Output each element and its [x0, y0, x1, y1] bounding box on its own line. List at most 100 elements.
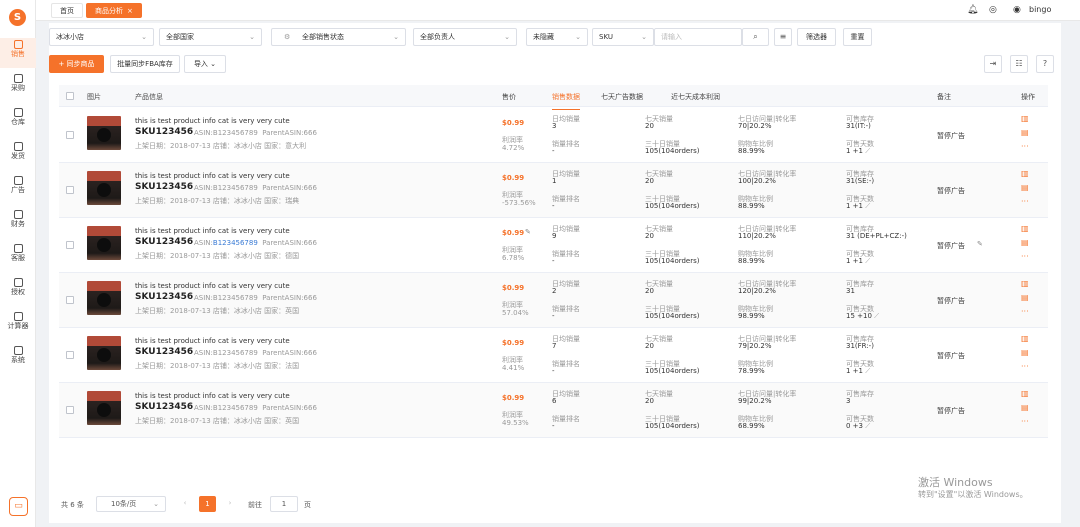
shipping-icon — [13, 142, 23, 151]
owner-select-value: 全部负责人 — [420, 33, 455, 41]
chart-icon[interactable]: ▥ — [1021, 169, 1029, 178]
sidebar-item-ads[interactable]: 广告 — [0, 174, 36, 204]
more-icon[interactable]: ··· — [1021, 417, 1029, 426]
trend-chart-icon[interactable]: ⟋ — [865, 202, 870, 210]
sidebar-item-auth[interactable]: 授权 — [0, 276, 36, 306]
bell-icon[interactable]: 🔔︎ — [967, 5, 978, 15]
tab-ads-7days[interactable]: 七天广告数据 — [601, 92, 643, 102]
owner-select[interactable]: 全部负责人 ⌄ — [413, 28, 517, 46]
sales-status-value: 全部销售状态 — [302, 33, 344, 41]
shop-select[interactable]: 冰冰小店 ⌄ — [49, 28, 154, 46]
trend-chart-icon[interactable]: ⟋ — [874, 312, 879, 320]
sidebar-item-service[interactable]: 客服 — [0, 242, 36, 272]
list-filter-icon[interactable]: ≡ — [774, 28, 792, 46]
page-1-button[interactable]: 1 — [199, 496, 216, 512]
next-page-button[interactable]: › — [222, 496, 238, 512]
asin-value[interactable]: B123456789 — [213, 404, 258, 412]
search-icon[interactable]: ⌕ — [742, 28, 769, 46]
product-title[interactable]: this is test product info cat is very ve… — [135, 117, 290, 125]
stock-days-value: 1 +1 ⟋ — [846, 147, 870, 156]
rank-value: - — [552, 202, 555, 210]
asin-value[interactable]: B123456789 — [213, 239, 258, 247]
country-select[interactable]: 全部国家 ⌄ — [159, 28, 262, 46]
goto-page-input[interactable]: 1 — [270, 496, 298, 512]
asin-value[interactable]: B123456789 — [213, 129, 258, 137]
more-icon[interactable]: ··· — [1021, 142, 1029, 151]
asin-value[interactable]: B123456789 — [213, 184, 258, 192]
tab-sales-data[interactable]: 销售数据 — [552, 92, 580, 110]
message-icon[interactable]: ▤ — [1021, 348, 1029, 357]
sync-fba-button[interactable]: 批量同步FBA库存 — [110, 55, 180, 73]
chart-icon[interactable]: ▥ — [1021, 334, 1029, 343]
username[interactable]: bingo — [1029, 5, 1051, 14]
edit-icon[interactable]: ✎ — [525, 228, 531, 236]
tab-product-analysis[interactable]: 商品分析 × — [86, 3, 142, 18]
mail-icon — [13, 244, 23, 253]
sales7-value: 20 — [645, 122, 654, 130]
search-input[interactable]: 请输入 — [654, 28, 742, 46]
row-checkbox[interactable] — [66, 351, 74, 359]
trend-chart-icon[interactable]: ⟋ — [865, 257, 870, 265]
reset-button[interactable]: 重置 — [843, 28, 872, 46]
row-checkbox[interactable] — [66, 186, 74, 194]
row-checkbox[interactable] — [66, 131, 74, 139]
sales-status-select[interactable]: ⚙ 全部销售状态 ⌄ — [271, 28, 406, 46]
chart-icon[interactable]: ▥ — [1021, 389, 1029, 398]
trend-chart-icon[interactable]: ⟋ — [865, 147, 870, 155]
message-icon[interactable]: ▤ — [1021, 238, 1029, 247]
filter-button[interactable]: 筛选器 — [797, 28, 836, 46]
row-checkbox[interactable] — [66, 241, 74, 249]
sync-products-button[interactable]: + 同步商品 — [49, 55, 104, 73]
product-title[interactable]: this is test product info cat is very ve… — [135, 227, 290, 235]
asin-value[interactable]: B123456789 — [213, 349, 258, 357]
more-icon[interactable]: ··· — [1021, 307, 1029, 316]
prev-page-button[interactable]: ‹ — [177, 496, 193, 512]
chart-icon[interactable]: ▥ — [1021, 279, 1029, 288]
product-title[interactable]: this is test product info cat is very ve… — [135, 337, 290, 345]
import-button[interactable]: 导入 ⌄ — [184, 55, 226, 73]
sidebar-item-sales[interactable]: 销售 — [0, 38, 36, 68]
headset-icon[interactable]: ◎ — [989, 5, 997, 15]
remark-text: 暂停广告 — [937, 352, 965, 360]
product-title[interactable]: this is test product info cat is very ve… — [135, 172, 290, 180]
tab-profit-7days[interactable]: 近七天成本利润 — [671, 92, 720, 102]
sidebar-item-finance[interactable]: 财务 — [0, 208, 36, 238]
more-icon[interactable]: ··· — [1021, 252, 1029, 261]
tab-home[interactable]: 首页 — [51, 3, 83, 18]
product-title[interactable]: this is test product info cat is very ve… — [135, 392, 290, 400]
help-icon[interactable]: ? — [1036, 55, 1054, 73]
search-type-select[interactable]: SKU ⌄ — [592, 28, 654, 46]
select-all-checkbox[interactable] — [66, 92, 74, 100]
edit-icon[interactable]: ✎ — [977, 240, 983, 248]
more-icon[interactable]: ··· — [1021, 197, 1029, 206]
sidebar-item-warehouse[interactable]: 仓库 — [0, 106, 36, 136]
daily-sales-value: 2 — [552, 287, 557, 295]
more-icon[interactable]: ··· — [1021, 362, 1029, 371]
settings-sliders-icon[interactable]: ☷ — [1010, 55, 1028, 73]
product-title[interactable]: this is test product info cat is very ve… — [135, 282, 290, 290]
chart-icon[interactable]: ▥ — [1021, 224, 1029, 233]
close-icon[interactable]: × — [127, 7, 133, 15]
sidebar-item-shipping[interactable]: 发货 — [0, 140, 36, 170]
message-icon[interactable]: ▤ — [1021, 293, 1029, 302]
chart-icon[interactable]: ▥ — [1021, 114, 1029, 123]
sidebar-item-calculator[interactable]: 计算器 — [0, 310, 36, 340]
export-icon[interactable]: ⇥ — [984, 55, 1002, 73]
chat-icon[interactable]: ▭ — [9, 497, 28, 516]
avatar[interactable]: ◉ — [1013, 5, 1021, 15]
row-checkbox[interactable] — [66, 296, 74, 304]
sales7-value: 20 — [645, 342, 654, 350]
sidebar-item-purchase[interactable]: 采购 — [0, 72, 36, 102]
message-icon[interactable]: ▤ — [1021, 128, 1029, 137]
sidebar-item-system[interactable]: 系统 — [0, 344, 36, 374]
sidebar-item-label: 授权 — [11, 288, 25, 296]
page-size-select[interactable]: 10条/页 ⌄ — [96, 496, 166, 512]
message-icon[interactable]: ▤ — [1021, 183, 1029, 192]
message-icon[interactable]: ▤ — [1021, 403, 1029, 412]
row-checkbox[interactable] — [66, 406, 74, 414]
sales30-value: 105(104orders) — [645, 312, 700, 320]
trend-chart-icon[interactable]: ⟋ — [865, 422, 870, 430]
asin-value[interactable]: B123456789 — [213, 294, 258, 302]
trend-chart-icon[interactable]: ⟋ — [865, 367, 870, 375]
hidden-select[interactable]: 未隐藏 ⌄ — [526, 28, 588, 46]
